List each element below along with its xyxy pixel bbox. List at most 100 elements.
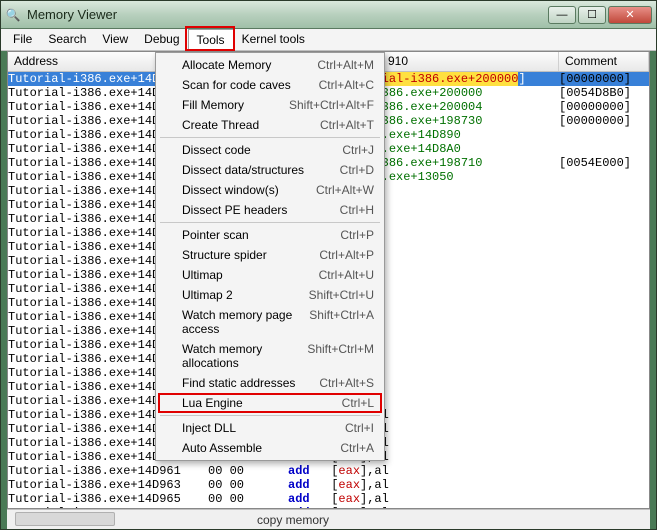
menu-item-ultimap[interactable]: UltimapCtrl+Alt+U (158, 265, 382, 285)
menu-item-create-thread[interactable]: Create ThreadCtrl+Alt+T (158, 115, 382, 135)
menu-item-dissect-pe-headers[interactable]: Dissect PE headersCtrl+H (158, 200, 382, 220)
menu-item-watch-memory-allocations[interactable]: Watch memory allocationsShift+Ctrl+M (158, 339, 382, 373)
menu-item-label: Allocate Memory (182, 58, 317, 72)
window-title: Memory Viewer (27, 7, 548, 22)
row-comment (559, 338, 649, 352)
row-comment (559, 212, 649, 226)
row-comment (559, 450, 649, 464)
row-comment (559, 254, 649, 268)
menu-item-shortcut: Ctrl+H (340, 203, 374, 217)
row-address: Tutorial-i386.exe+14D963 (8, 478, 208, 492)
menu-tools[interactable]: Tools (188, 29, 234, 50)
row-address: Tutorial-i386.exe+14D965 (8, 492, 208, 506)
row-comment: [0054E000] (559, 156, 649, 170)
menu-item-scan-for-code-caves[interactable]: Scan for code cavesCtrl+Alt+C (158, 75, 382, 95)
row-comment (559, 492, 649, 506)
menu-item-structure-spider[interactable]: Structure spiderCtrl+Alt+P (158, 245, 382, 265)
col-comment[interactable]: Comment (559, 52, 649, 71)
menu-item-label: Ultimap 2 (182, 288, 309, 302)
row-comment (559, 128, 649, 142)
menu-item-label: Find static addresses (182, 376, 319, 390)
menu-item-shortcut: Ctrl+J (342, 143, 374, 157)
menu-separator (160, 137, 380, 138)
menu-item-dissect-window-s-[interactable]: Dissect window(s)Ctrl+Alt+W (158, 180, 382, 200)
row-address: Tutorial-i386.exe+14D961 (8, 464, 208, 478)
menu-item-lua-engine[interactable]: Lua EngineCtrl+L (158, 393, 382, 413)
menu-item-dissect-code[interactable]: Dissect codeCtrl+J (158, 140, 382, 160)
row-comment (559, 240, 649, 254)
status-text: copy memory (257, 513, 329, 527)
menu-item-shortcut: Ctrl+Alt+U (319, 268, 374, 282)
row-comment (559, 310, 649, 324)
row-comment (559, 422, 649, 436)
row-comment (559, 198, 649, 212)
menu-item-shortcut: Ctrl+Alt+P (319, 248, 374, 262)
menu-item-label: Dissect data/structures (182, 163, 340, 177)
menu-item-ultimap-2[interactable]: Ultimap 2Shift+Ctrl+U (158, 285, 382, 305)
menu-item-shortcut: Shift+Ctrl+U (309, 288, 374, 302)
menu-item-pointer-scan[interactable]: Pointer scanCtrl+P (158, 225, 382, 245)
menu-item-shortcut: Ctrl+I (345, 421, 374, 435)
menu-item-shortcut: Ctrl+Alt+T (320, 118, 374, 132)
tools-menu: Allocate MemoryCtrl+Alt+MScan for code c… (155, 52, 385, 461)
menu-item-label: Pointer scan (182, 228, 340, 242)
menu-kernel-tools[interactable]: Kernel tools (234, 29, 313, 50)
row-bytes: 00 00 (208, 478, 288, 492)
menu-item-find-static-addresses[interactable]: Find static addressesCtrl+Alt+S (158, 373, 382, 393)
menu-item-label: Auto Assemble (182, 441, 340, 455)
row-comment: [00000000] (559, 72, 649, 86)
row-comment (559, 170, 649, 184)
menu-view[interactable]: View (94, 29, 136, 50)
disasm-row[interactable]: Tutorial-i386.exe+14D96300 00add [eax],a… (8, 478, 649, 492)
row-comment: [00000000] (559, 114, 649, 128)
menu-item-shortcut: Ctrl+A (340, 441, 374, 455)
row-comment: [0054D8B0] (559, 86, 649, 100)
window-titlebar: 🔍 Memory Viewer — ☐ ✕ (1, 1, 656, 29)
menu-item-fill-memory[interactable]: Fill MemoryShift+Ctrl+Alt+F (158, 95, 382, 115)
col-opcode[interactable]: 910 (382, 52, 559, 71)
row-comment (559, 464, 649, 478)
menu-item-auto-assemble[interactable]: Auto AssembleCtrl+A (158, 438, 382, 458)
row-comment (559, 380, 649, 394)
menu-item-label: Watch memory page access (182, 308, 309, 336)
menu-file[interactable]: File (5, 29, 40, 50)
row-comment (559, 296, 649, 310)
row-opcode: add [eax],al (288, 492, 559, 506)
menu-item-label: Fill Memory (182, 98, 289, 112)
menu-item-shortcut: Shift+Ctrl+M (307, 342, 374, 370)
disasm-row[interactable]: Tutorial-i386.exe+14D96500 00add [eax],a… (8, 492, 649, 506)
menu-item-dissect-data-structures[interactable]: Dissect data/structuresCtrl+D (158, 160, 382, 180)
menu-item-label: Lua Engine (182, 396, 342, 410)
menu-separator (160, 415, 380, 416)
menu-item-shortcut: Shift+Ctrl+Alt+F (289, 98, 374, 112)
row-comment (559, 352, 649, 366)
menu-item-inject-dll[interactable]: Inject DLLCtrl+I (158, 418, 382, 438)
minimize-button[interactable]: — (548, 6, 576, 24)
app-icon: 🔍 (5, 7, 21, 23)
horizontal-scrollbar-thumb[interactable] (15, 512, 115, 526)
close-button[interactable]: ✕ (608, 6, 652, 24)
menu-item-label: Inject DLL (182, 421, 345, 435)
row-comment (559, 366, 649, 380)
statusbar: copy memory (7, 509, 650, 529)
maximize-button[interactable]: ☐ (578, 6, 606, 24)
menu-debug[interactable]: Debug (136, 29, 187, 50)
row-bytes: 00 00 (208, 464, 288, 478)
menu-item-shortcut: Ctrl+Alt+S (319, 376, 374, 390)
menu-item-shortcut: Ctrl+Alt+C (319, 78, 374, 92)
disasm-row[interactable]: Tutorial-i386.exe+14D96100 00add [eax],a… (8, 464, 649, 478)
menu-item-allocate-memory[interactable]: Allocate MemoryCtrl+Alt+M (158, 55, 382, 75)
row-comment (559, 184, 649, 198)
menu-item-watch-memory-page-access[interactable]: Watch memory page accessShift+Ctrl+A (158, 305, 382, 339)
disassembly-pane: Address 910 Comment Tutorial-i386.exe+14… (7, 51, 650, 509)
row-opcode: add [eax],al (288, 478, 559, 492)
row-comment (559, 282, 649, 296)
menu-item-shortcut: Ctrl+Alt+M (317, 58, 374, 72)
menu-search[interactable]: Search (40, 29, 94, 50)
menu-item-shortcut: Ctrl+Alt+W (316, 183, 374, 197)
row-comment: [00000000] (559, 100, 649, 114)
menu-item-label: Dissect code (182, 143, 342, 157)
menu-item-shortcut: Ctrl+P (340, 228, 374, 242)
row-bytes: 00 00 (208, 492, 288, 506)
menu-item-label: Structure spider (182, 248, 319, 262)
